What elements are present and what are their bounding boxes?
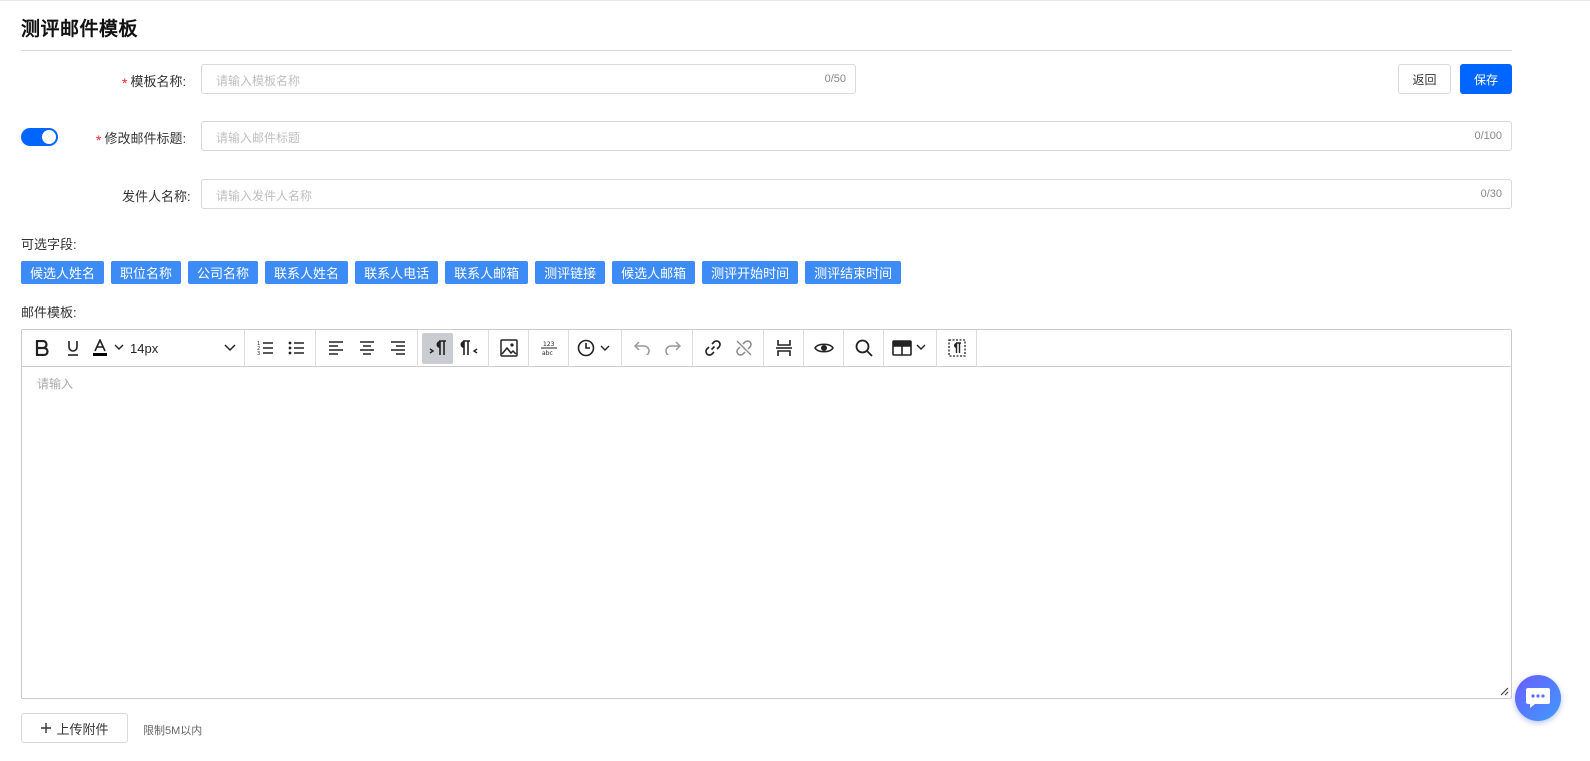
title-divider bbox=[21, 50, 1512, 51]
sender-label: 发件人名称: bbox=[122, 189, 191, 204]
toolbar-group-direction bbox=[418, 329, 489, 367]
rtl-icon[interactable] bbox=[453, 333, 484, 364]
field-tag[interactable]: 公司名称 bbox=[188, 261, 259, 284]
field-tag[interactable]: 测评链接 bbox=[535, 261, 606, 284]
toolbar-group-preview bbox=[804, 329, 844, 367]
ordered-list-icon[interactable]: 123 bbox=[249, 333, 280, 364]
field-tag[interactable]: 候选人姓名 bbox=[21, 261, 105, 284]
font-size-select[interactable]: 14px bbox=[128, 333, 240, 364]
back-button[interactable]: 返回 bbox=[1398, 64, 1451, 94]
top-border bbox=[0, 0, 1590, 1]
template-name-counter: 0/50 bbox=[824, 73, 846, 85]
bullet-list-icon[interactable] bbox=[280, 333, 311, 364]
preview-icon[interactable] bbox=[808, 333, 839, 364]
required-mark: * bbox=[96, 132, 102, 148]
toggle-knob bbox=[42, 130, 56, 144]
template-name-input[interactable]: 请输入模板名称 0/50 bbox=[201, 64, 856, 94]
field-tag[interactable]: 联系人姓名 bbox=[265, 261, 349, 284]
svg-text:123: 123 bbox=[543, 341, 555, 348]
subject-label: * 修改邮件标题: bbox=[96, 131, 187, 148]
page-break-icon[interactable] bbox=[768, 333, 799, 364]
required-mark: * bbox=[122, 75, 128, 91]
template-name-label: * 模板名称: bbox=[122, 74, 187, 91]
field-tag[interactable]: 联系人邮箱 bbox=[445, 261, 529, 284]
align-center-icon[interactable] bbox=[351, 333, 382, 364]
page-title: 测评邮件模板 bbox=[21, 19, 139, 40]
field-tag[interactable]: 职位名称 bbox=[111, 261, 182, 284]
spellcheck-icon[interactable]: 123 abc bbox=[533, 333, 564, 364]
undo-icon[interactable] bbox=[626, 333, 657, 364]
save-button[interactable]: 保存 bbox=[1460, 64, 1512, 94]
field-tag[interactable]: 测评开始时间 bbox=[702, 261, 799, 284]
field-tag[interactable]: 候选人邮箱 bbox=[612, 261, 696, 284]
toolbar-group-pagebreak bbox=[764, 329, 804, 367]
toolbar-group-spell: 123 abc bbox=[529, 329, 569, 367]
field-tags: 候选人姓名 职位名称 公司名称 联系人姓名 联系人电话 联系人邮箱 测评链接 候… bbox=[21, 261, 902, 284]
plus-icon bbox=[41, 723, 52, 733]
optional-fields-label: 可选字段: bbox=[21, 237, 77, 252]
toolbar-group-format: 14px bbox=[22, 329, 245, 367]
toolbar-group-align bbox=[316, 329, 418, 367]
ltr-icon[interactable] bbox=[422, 332, 453, 364]
toolbar-group-lists: 123 bbox=[245, 329, 316, 367]
link-icon[interactable] bbox=[697, 333, 728, 364]
align-right-icon[interactable] bbox=[382, 333, 413, 364]
subject-input[interactable]: 请输入邮件标题 0/100 bbox=[201, 121, 1512, 151]
toolbar-group-blocks bbox=[937, 329, 977, 367]
template-name-placeholder: 请输入模板名称 bbox=[216, 74, 301, 88]
sender-input[interactable]: 请输入发件人名称 0/30 bbox=[201, 179, 1512, 209]
chat-icon bbox=[1526, 688, 1550, 708]
email-template-label: 邮件模板: bbox=[21, 305, 77, 320]
table-icon[interactable] bbox=[888, 333, 932, 364]
search-icon[interactable] bbox=[848, 333, 879, 364]
upload-attachment-button[interactable]: 上传附件 bbox=[21, 713, 128, 743]
unlink-icon[interactable] bbox=[728, 333, 759, 364]
editor-content-area[interactable]: 请输入 bbox=[22, 367, 1511, 698]
show-blocks-icon[interactable] bbox=[941, 333, 972, 364]
chevron-down-icon bbox=[224, 344, 236, 352]
redo-icon[interactable] bbox=[657, 333, 688, 364]
toolbar-group-links bbox=[693, 329, 764, 367]
subject-placeholder: 请输入邮件标题 bbox=[216, 131, 301, 145]
field-tag[interactable]: 测评结束时间 bbox=[805, 261, 902, 284]
svg-text:3: 3 bbox=[257, 351, 260, 356]
svg-text:abc: abc bbox=[542, 350, 553, 356]
editor-toolbar: 14px 123 123 abc bbox=[22, 329, 1511, 367]
upload-label: 上传附件 bbox=[56, 721, 109, 737]
field-tag[interactable]: 联系人电话 bbox=[355, 261, 439, 284]
editor-placeholder: 请输入 bbox=[37, 377, 74, 391]
image-icon[interactable] bbox=[493, 333, 524, 364]
subject-counter: 0/100 bbox=[1474, 130, 1502, 142]
toolbar-group-image bbox=[489, 329, 529, 367]
toolbar-group-datetime bbox=[569, 329, 622, 367]
underline-icon[interactable] bbox=[57, 333, 88, 364]
subject-toggle[interactable] bbox=[21, 128, 58, 146]
font-color-icon[interactable] bbox=[88, 333, 128, 364]
sender-counter: 0/30 bbox=[1480, 188, 1502, 200]
toolbar-group-history bbox=[622, 329, 693, 367]
bold-icon[interactable] bbox=[26, 333, 57, 364]
toolbar-group-table bbox=[884, 329, 937, 367]
align-left-icon[interactable] bbox=[320, 333, 351, 364]
clock-icon[interactable] bbox=[573, 333, 617, 364]
chat-button[interactable] bbox=[1515, 675, 1561, 721]
font-size-value: 14px bbox=[130, 340, 159, 356]
upload-hint: 限制5M以内 bbox=[143, 725, 203, 737]
rich-text-editor: 14px 123 123 abc 请输入 bbox=[21, 329, 1512, 699]
toolbar-group-search bbox=[844, 329, 884, 367]
sender-placeholder: 请输入发件人名称 bbox=[216, 189, 313, 203]
resize-handle-icon[interactable] bbox=[1499, 686, 1509, 696]
